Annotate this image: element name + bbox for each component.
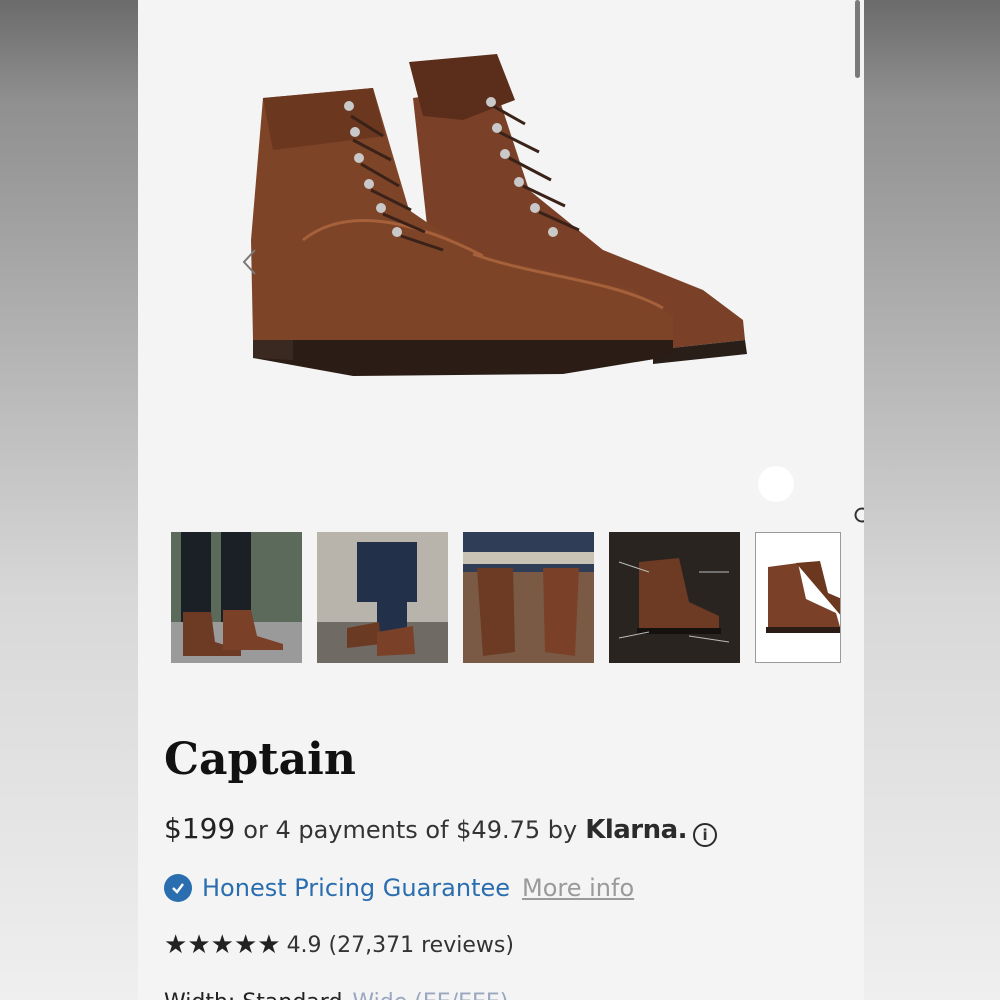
info-icon[interactable]: i [693,823,718,847]
rating-row[interactable]: ★ ★ ★ ★ ★ 4.9 (27,371 reviews) [164,932,514,958]
installments-text: or 4 payments of $49.75 by [243,816,578,844]
star-icon: ★ [187,930,211,960]
thumbnail-5-selected[interactable] [755,532,841,663]
boots-image [251,54,747,376]
guarantee-row: Honest Pricing Guarantee More info [164,874,634,902]
thumbnail-1[interactable] [171,532,302,663]
star-icon: ★ [257,930,281,960]
width-option-wide[interactable]: Wide (EE/EEE) [352,990,508,1000]
chevron-right-icon[interactable] [832,208,856,244]
thumbnail-strip [171,532,841,664]
width-label: Width: Standard [164,990,342,1000]
magnifier-icon[interactable] [758,466,864,523]
thumbnail-4[interactable] [609,532,740,663]
product-page: Captain $199 or 4 payments of $49.75 by … [138,0,864,1000]
chevron-left-icon[interactable] [146,208,256,275]
rating-text: 4.9 (27,371 reviews) [286,932,514,958]
product-hero-image [138,0,864,523]
check-badge-icon [164,874,192,902]
klarna-logo: Klarna. [585,815,688,845]
star-icon: ★ [233,930,258,960]
backdrop-left [0,0,138,1000]
thumbnail-3[interactable] [463,532,594,663]
price-row: $199 or 4 payments of $49.75 by Klarna. … [164,812,718,847]
star-rating: ★ ★ ★ ★ ★ [164,932,281,958]
backdrop-right [864,0,1000,1000]
product-price: $199 [164,812,236,845]
star-icon: ★ [210,930,234,960]
star-icon: ★ [164,930,188,960]
width-row: Width: Standard Wide (EE/EEE) [164,990,508,1000]
product-title: Captain [164,734,356,785]
more-info-link[interactable]: More info [522,874,634,902]
guarantee-label: Honest Pricing Guarantee [202,874,511,902]
thumbnail-2[interactable] [317,532,448,663]
